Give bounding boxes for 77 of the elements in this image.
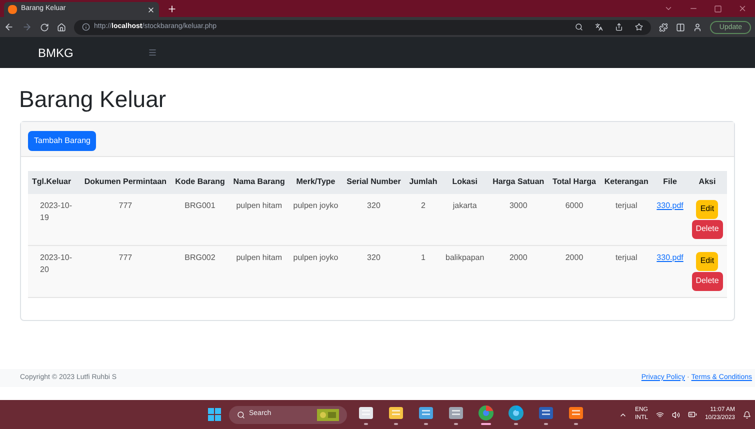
table-cell: 3000 bbox=[488, 194, 548, 246]
back-icon[interactable] bbox=[4, 22, 14, 32]
app-icon[interactable] bbox=[568, 404, 584, 420]
table-cell: pulpen joyko bbox=[289, 194, 342, 246]
table-cell: pulpen hitam bbox=[229, 245, 290, 298]
table-cell: terjual bbox=[600, 245, 653, 298]
search-icon bbox=[237, 410, 245, 418]
info-icon bbox=[82, 23, 90, 31]
column-header: Keterangan bbox=[600, 171, 653, 194]
edit-button[interactable]: Edit bbox=[696, 252, 718, 271]
start-icon[interactable] bbox=[208, 408, 221, 421]
table-cell: 777 bbox=[80, 245, 171, 298]
app-icon[interactable] bbox=[538, 404, 554, 420]
table-cell: 2 bbox=[405, 194, 442, 246]
delete-button[interactable]: Delete bbox=[692, 272, 723, 291]
column-header: Aksi bbox=[688, 171, 727, 194]
table-cell: 2023-10-20 bbox=[28, 245, 80, 298]
column-header: Merk/Type bbox=[289, 171, 342, 194]
app-icon[interactable] bbox=[388, 404, 404, 420]
restore-icon[interactable] bbox=[714, 4, 722, 12]
table-cell: balikpapan bbox=[441, 245, 488, 298]
column-header: Nama Barang bbox=[229, 171, 290, 194]
profile-icon[interactable] bbox=[693, 22, 702, 32]
table-cell: BRG002 bbox=[170, 245, 230, 298]
table-cell: BRG001 bbox=[170, 194, 230, 246]
extensions-icon[interactable] bbox=[659, 22, 668, 32]
search-icon[interactable] bbox=[575, 23, 584, 31]
app-icon[interactable] bbox=[358, 404, 374, 420]
close-window-icon[interactable] bbox=[738, 4, 747, 13]
table-cell: pulpen hitam bbox=[229, 194, 290, 246]
delete-button[interactable]: Delete bbox=[692, 220, 723, 239]
edit-button[interactable]: Edit bbox=[696, 200, 718, 219]
table-cell: pulpen joyko bbox=[289, 245, 342, 298]
column-header: Total Harga bbox=[548, 171, 600, 194]
column-header: Lokasi bbox=[441, 171, 488, 194]
side-panel-icon[interactable] bbox=[676, 22, 686, 32]
new-tab-icon[interactable] bbox=[167, 4, 177, 14]
menu-icon[interactable] bbox=[148, 48, 157, 57]
page-title: Barang Keluar bbox=[19, 88, 168, 111]
column-header: Tgl.Keluar bbox=[28, 171, 80, 194]
navbar-brand[interactable]: BMKG bbox=[38, 44, 148, 62]
column-header: Jumlah bbox=[405, 171, 442, 194]
home-icon[interactable] bbox=[57, 22, 66, 32]
reload-icon[interactable] bbox=[40, 22, 49, 32]
app-icon[interactable] bbox=[448, 404, 464, 420]
table-cell: 2023-10-19 bbox=[28, 194, 80, 246]
table-cell: 320 bbox=[342, 245, 406, 298]
table-cell: 2000 bbox=[488, 245, 548, 298]
table-cell: 320 bbox=[342, 194, 406, 246]
file-link[interactable]: 330.pdf bbox=[656, 200, 684, 210]
bookmark-star-icon[interactable] bbox=[635, 23, 644, 31]
table-cell: 777 bbox=[80, 194, 171, 246]
column-header: Harga Satuan bbox=[488, 171, 548, 194]
app-icon[interactable] bbox=[418, 404, 434, 420]
wifi-icon[interactable] bbox=[656, 410, 664, 418]
column-header: Dokumen Permintaan bbox=[80, 171, 171, 194]
forward-icon[interactable] bbox=[22, 22, 32, 32]
table-cell: 6000 bbox=[548, 194, 600, 246]
browser-app-icon[interactable] bbox=[478, 404, 494, 420]
battery-icon[interactable] bbox=[688, 410, 697, 419]
column-header: File bbox=[652, 171, 688, 194]
share-icon[interactable] bbox=[615, 23, 624, 31]
table-cell: 2000 bbox=[548, 245, 600, 298]
tab-search-icon[interactable] bbox=[664, 4, 673, 13]
column-header: Serial Number bbox=[342, 171, 406, 194]
file-link[interactable]: 330.pdf bbox=[656, 252, 684, 262]
table-cell: jakarta bbox=[441, 194, 488, 246]
volume-icon[interactable] bbox=[672, 410, 680, 418]
notification-icon[interactable] bbox=[743, 410, 751, 418]
table-cell: 1 bbox=[405, 245, 442, 298]
add-item-button[interactable]: Tambah Barang bbox=[28, 131, 96, 151]
browser-app-icon[interactable] bbox=[508, 404, 524, 420]
translate-icon[interactable] bbox=[595, 23, 604, 31]
table-cell: terjual bbox=[600, 194, 653, 246]
close-icon[interactable] bbox=[147, 6, 155, 14]
column-header: Kode Barang bbox=[170, 171, 230, 194]
favicon-icon bbox=[8, 5, 17, 14]
